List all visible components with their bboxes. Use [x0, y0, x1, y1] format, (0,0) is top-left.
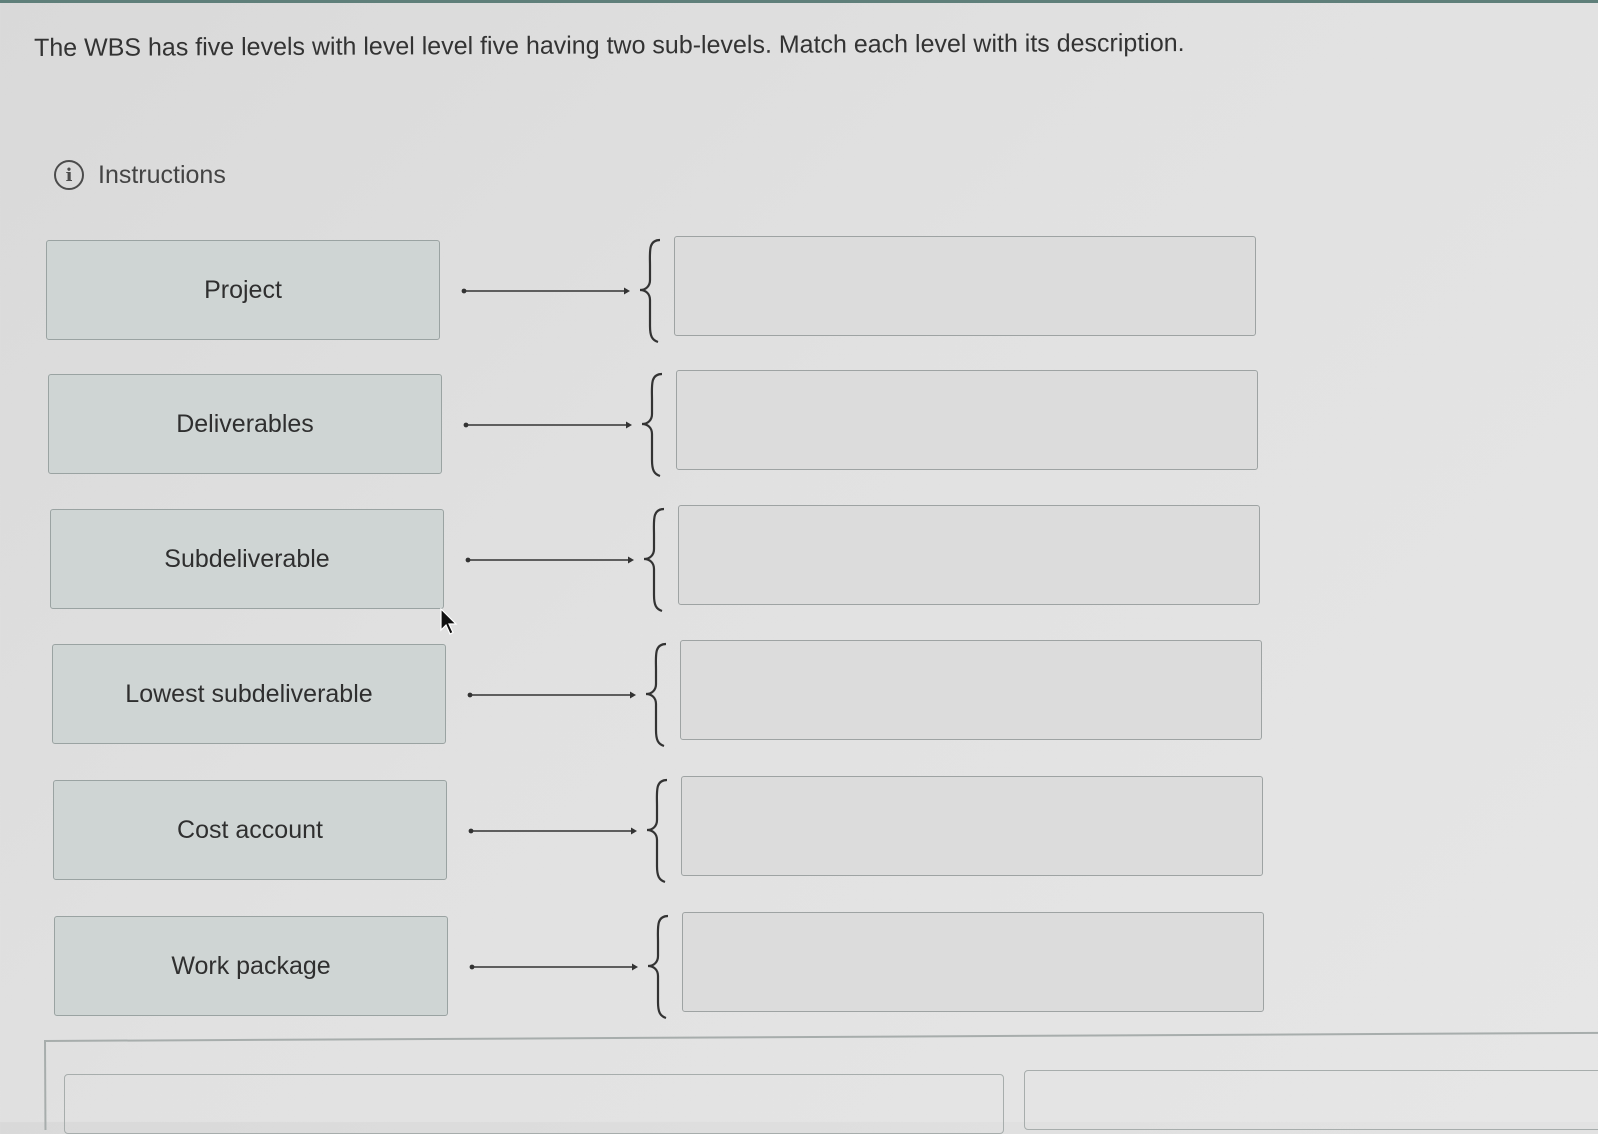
- match-row-2: Deliverables: [48, 370, 1348, 482]
- answer-bank-box-left[interactable]: [64, 1074, 1004, 1134]
- brace-icon: [647, 914, 669, 1020]
- term-card-deliverables[interactable]: Deliverables: [48, 374, 442, 474]
- answer-dropzone-1[interactable]: [674, 236, 1256, 336]
- term-card-lowest-subdeliverable[interactable]: Lowest subdeliverable: [52, 644, 446, 744]
- answer-dropzone-5[interactable]: [681, 776, 1263, 876]
- term-card-project[interactable]: Project: [46, 240, 440, 340]
- answer-dropzone-2[interactable]: [676, 370, 1258, 470]
- match-row-5: Cost account: [53, 776, 1353, 888]
- connector-arrow-icon: [468, 827, 637, 835]
- connector-arrow-icon: [469, 963, 638, 971]
- connector-arrow-icon: [467, 691, 636, 699]
- answer-bank-box-right[interactable]: [1024, 1070, 1598, 1130]
- answer-dropzone-4[interactable]: [680, 640, 1262, 740]
- connector-arrow-icon: [463, 421, 632, 429]
- connector-arrow-icon: [465, 556, 634, 564]
- term-card-cost-account[interactable]: Cost account: [53, 780, 447, 880]
- matching-area: Project Deliverables Subdeliverable Lowe…: [0, 0, 1598, 1122]
- match-row-3: Subdeliverable: [50, 505, 1350, 617]
- term-card-work-package[interactable]: Work package: [54, 916, 448, 1016]
- match-row-4: Lowest subdeliverable: [52, 640, 1352, 752]
- brace-icon: [643, 507, 665, 613]
- brace-icon: [646, 778, 668, 884]
- brace-icon: [641, 372, 663, 478]
- brace-icon: [645, 642, 667, 748]
- match-row-6: Work package: [54, 912, 1354, 1024]
- answer-dropzone-3[interactable]: [678, 505, 1260, 605]
- match-row-1: Project: [46, 236, 1346, 348]
- mouse-cursor-icon: [440, 608, 458, 635]
- term-card-subdeliverable[interactable]: Subdeliverable: [50, 509, 444, 609]
- connector-arrow-icon: [461, 287, 630, 295]
- answer-dropzone-6[interactable]: [682, 912, 1264, 1012]
- brace-icon: [639, 238, 661, 344]
